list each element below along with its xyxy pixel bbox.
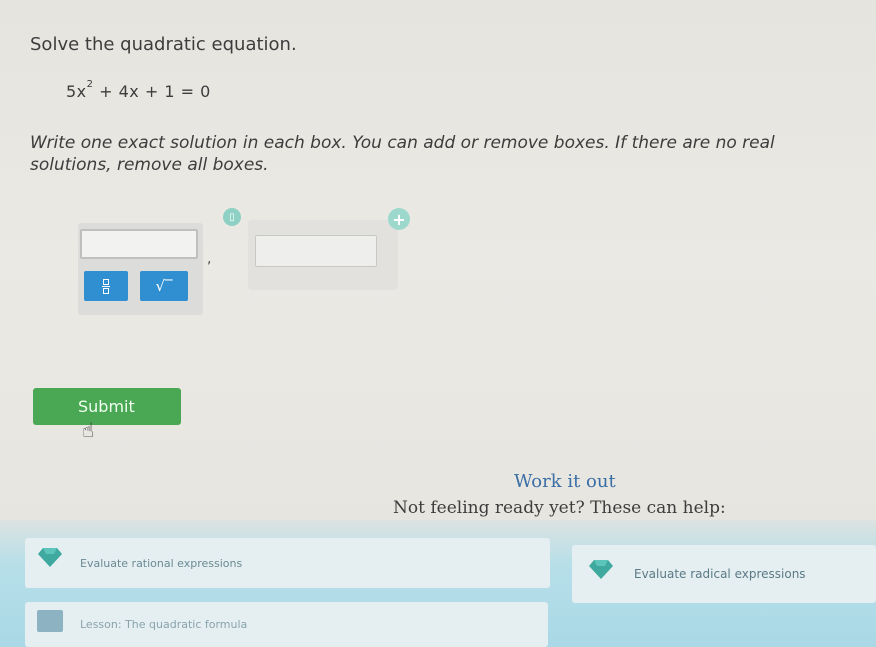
answer-input-1[interactable] [80,229,198,259]
trash-icon: ▯ [229,211,235,223]
sqrt-button[interactable]: √‾ [140,271,188,301]
book-icon [37,610,63,632]
equation-base: 5x [66,82,87,101]
plus-icon: + [392,209,406,229]
equation: 5x2 + 4x + 1 = 0 [66,78,211,101]
hand-cursor-icon: ☝ [82,418,95,442]
fraction-icon [102,278,110,294]
help-card-lesson[interactable]: Lesson: The quadratic formula [25,602,548,647]
add-box-button[interactable]: + [388,208,410,230]
submit-button[interactable]: Submit [33,388,181,425]
answer-separator: , [207,251,212,267]
answer-input-2[interactable] [255,235,377,267]
help-prompt: Not feeling ready yet? These can help: [393,498,726,518]
instructions: Write one exact solution in each box. Yo… [30,133,775,175]
sqrt-icon: √‾ [155,277,173,295]
gem-icon [589,560,613,579]
fraction-button[interactable] [84,271,128,301]
equation-rest: + 4x + 1 = 0 [93,82,211,101]
help-card-label: Lesson: The quadratic formula [80,618,248,631]
answer-panel: , √‾ ▯ + [70,205,415,315]
help-card-radical[interactable]: Evaluate radical expressions [572,545,876,603]
question-title: Solve the quadratic equation. [30,34,297,55]
work-it-out-link[interactable]: Work it out [514,471,616,492]
gem-icon [38,548,62,567]
help-card-rational[interactable]: Evaluate rational expressions [25,538,550,588]
help-card-label: Evaluate radical expressions [634,567,806,581]
help-card-label: Evaluate rational expressions [80,556,243,570]
equation-exponent: 2 [86,78,94,90]
remove-box-button[interactable]: ▯ [223,208,241,226]
